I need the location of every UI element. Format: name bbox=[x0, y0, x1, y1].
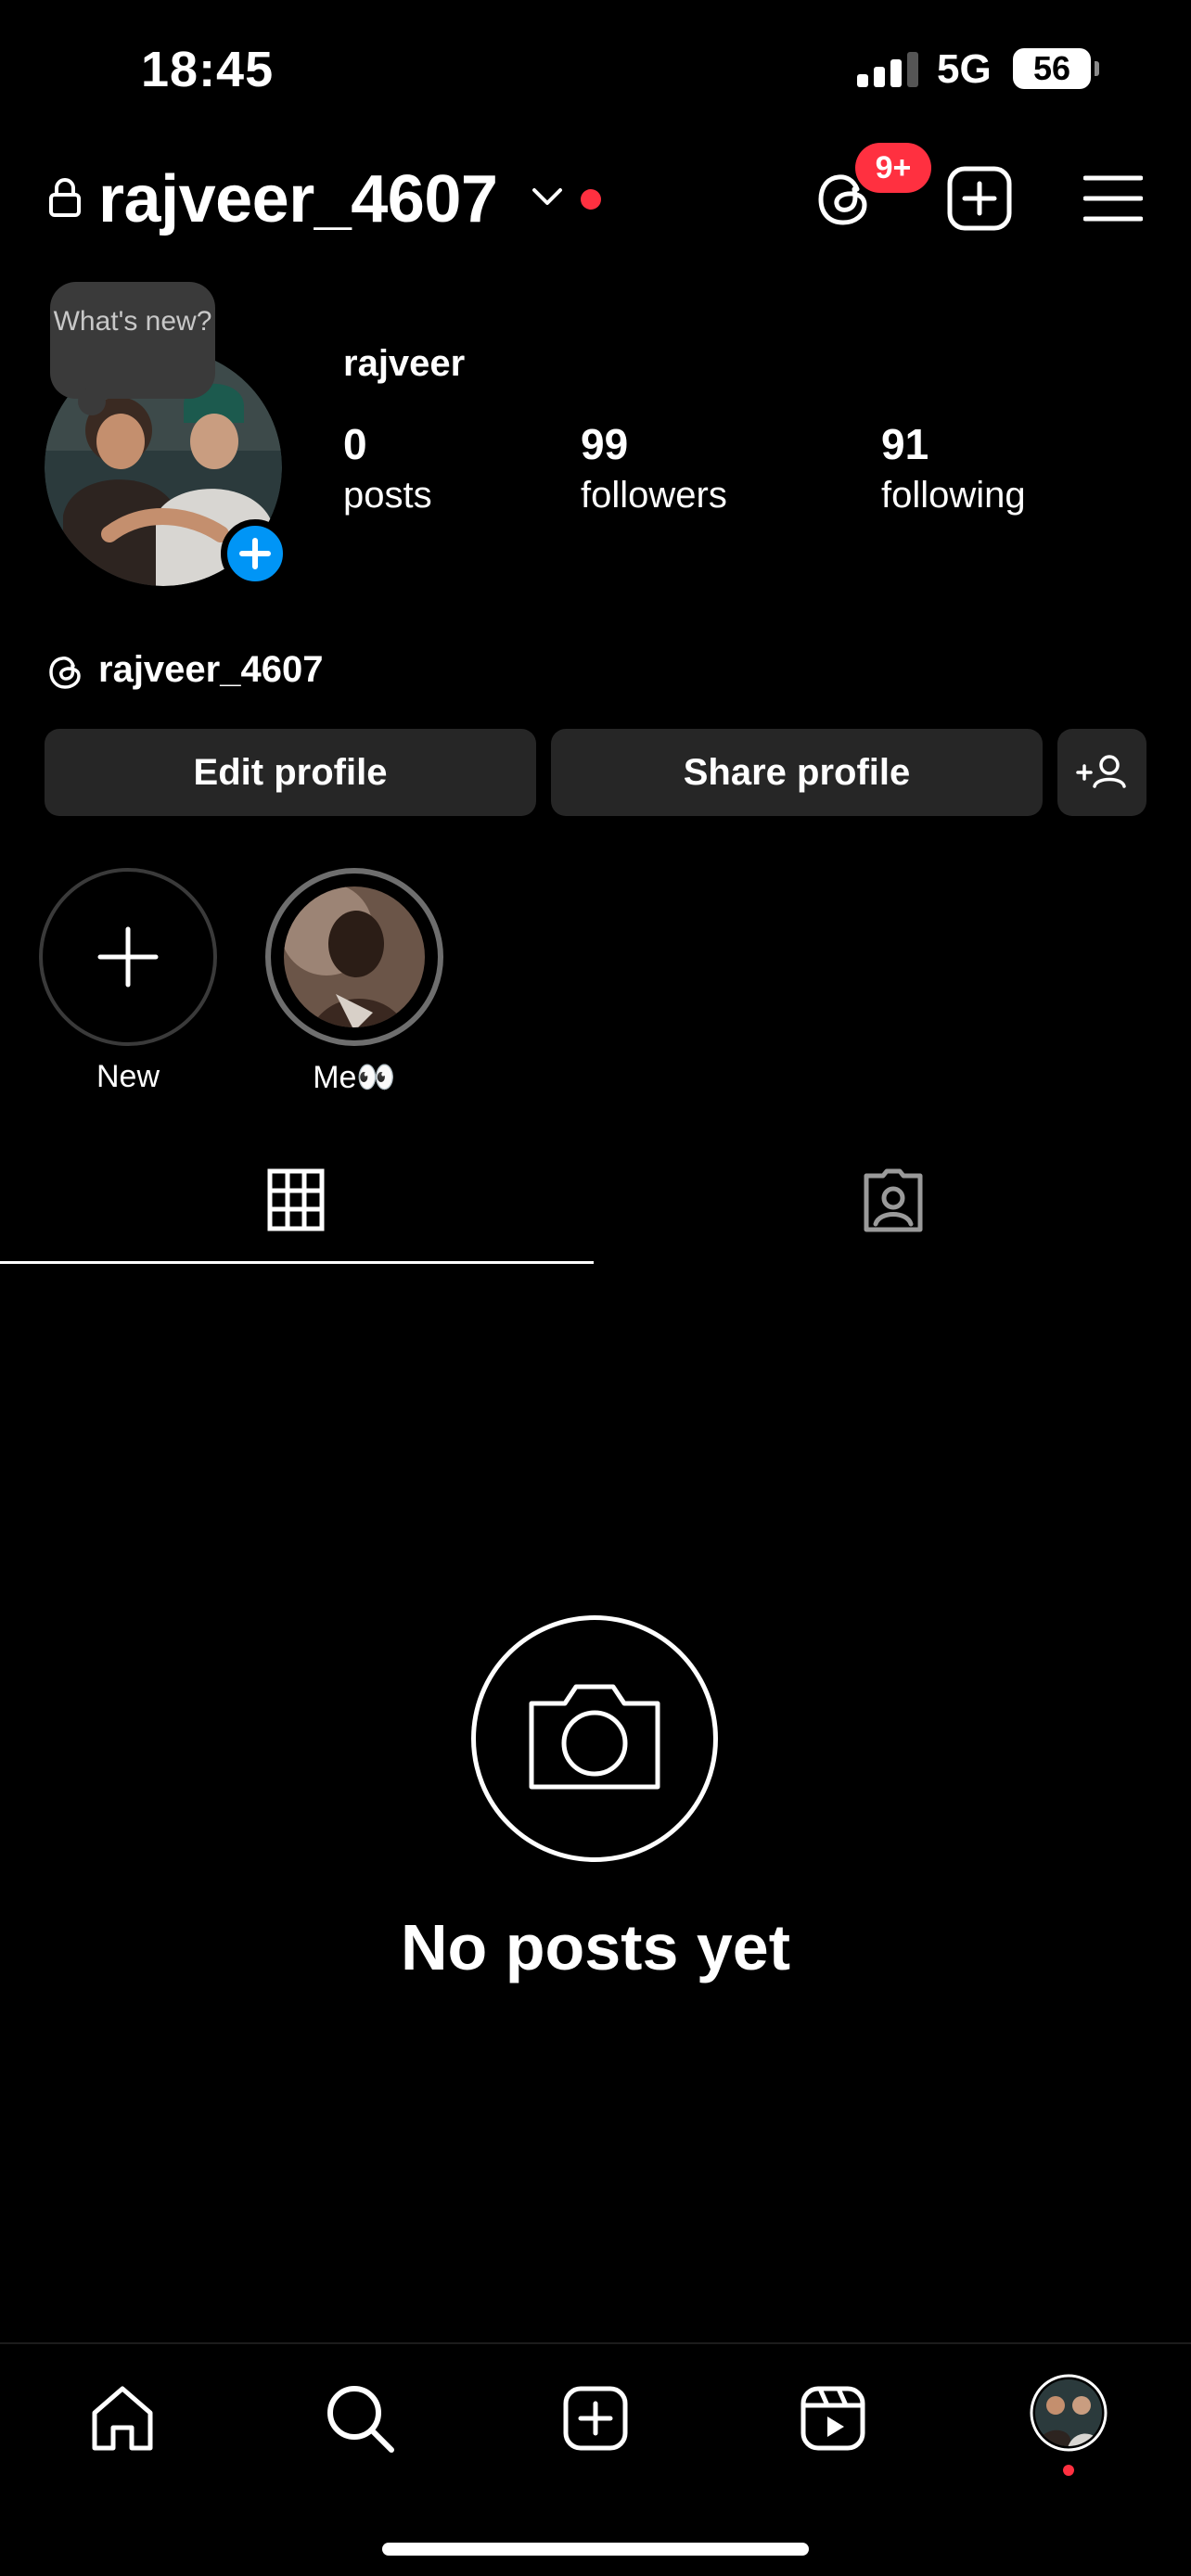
highlight-cover-image bbox=[284, 886, 425, 1027]
lock-icon bbox=[49, 178, 81, 217]
battery-level: 56 bbox=[1032, 49, 1071, 87]
profile-header: rajveer_4607 9+ bbox=[0, 143, 1191, 250]
stat-followers[interactable]: 99 followers bbox=[581, 419, 727, 516]
threads-handle: rajveer_4607 bbox=[98, 649, 324, 690]
battery-icon: 56 bbox=[1013, 48, 1099, 89]
add-person-icon bbox=[1076, 755, 1126, 788]
status-bar: 18:45 5G 56 bbox=[0, 0, 1191, 139]
empty-state-text: No posts yet bbox=[400, 1911, 791, 1983]
edit-profile-button[interactable]: Edit profile bbox=[45, 729, 536, 816]
profile-notification-dot bbox=[1063, 2465, 1074, 2476]
reels-icon[interactable] bbox=[796, 2381, 870, 2455]
signal-icon bbox=[857, 52, 918, 87]
highlight-me[interactable]: Me👀 bbox=[265, 868, 443, 1096]
status-time: 18:45 bbox=[141, 42, 275, 97]
bottom-nav bbox=[0, 2342, 1191, 2576]
active-tab-indicator bbox=[0, 1261, 594, 1264]
display-name: rajveer bbox=[343, 343, 466, 384]
plus-icon bbox=[97, 926, 159, 988]
stat-posts[interactable]: 0 posts bbox=[343, 419, 432, 516]
tagged-icon[interactable] bbox=[861, 1168, 926, 1233]
highlight-new[interactable]: New bbox=[39, 868, 217, 1095]
home-icon[interactable] bbox=[85, 2381, 160, 2455]
menu-icon[interactable] bbox=[1083, 172, 1143, 224]
account-switcher-username[interactable]: rajveer_4607 bbox=[98, 161, 498, 237]
stat-following[interactable]: 91 following bbox=[881, 419, 1026, 516]
camera-glyph bbox=[529, 1684, 660, 1790]
threads-icon bbox=[49, 657, 81, 689]
search-icon[interactable] bbox=[323, 2381, 397, 2455]
chevron-down-icon[interactable] bbox=[531, 185, 564, 208]
create-icon[interactable] bbox=[558, 2381, 633, 2455]
stat-label: following bbox=[881, 475, 1026, 516]
profile-avatar[interactable] bbox=[1030, 2374, 1108, 2452]
stat-label: followers bbox=[581, 475, 727, 516]
stat-value: 99 bbox=[581, 420, 629, 468]
unread-dot bbox=[581, 189, 601, 210]
stat-label: posts bbox=[343, 475, 432, 516]
add-story-button[interactable] bbox=[221, 519, 289, 588]
profile-tabs bbox=[0, 1142, 1191, 1264]
stat-value: 0 bbox=[343, 420, 367, 468]
highlight-new-ring[interactable] bbox=[39, 868, 217, 1046]
whats-new-bubble[interactable]: What's new? bbox=[50, 282, 215, 415]
highlight-me-ring[interactable] bbox=[265, 868, 443, 1046]
network-label: 5G bbox=[937, 46, 992, 92]
highlight-label: Me👀 bbox=[313, 1060, 396, 1095]
highlight-label: New bbox=[96, 1059, 160, 1094]
home-indicator bbox=[382, 2543, 809, 2556]
discover-people-button[interactable] bbox=[1057, 729, 1146, 816]
notification-badge: 9+ bbox=[855, 143, 931, 193]
share-profile-button[interactable]: Share profile bbox=[551, 729, 1043, 816]
grid-icon[interactable] bbox=[267, 1168, 325, 1231]
stat-value: 91 bbox=[881, 420, 929, 468]
create-post-icon[interactable] bbox=[946, 165, 1013, 232]
plus-icon bbox=[239, 538, 271, 569]
camera-icon bbox=[471, 1615, 718, 1862]
